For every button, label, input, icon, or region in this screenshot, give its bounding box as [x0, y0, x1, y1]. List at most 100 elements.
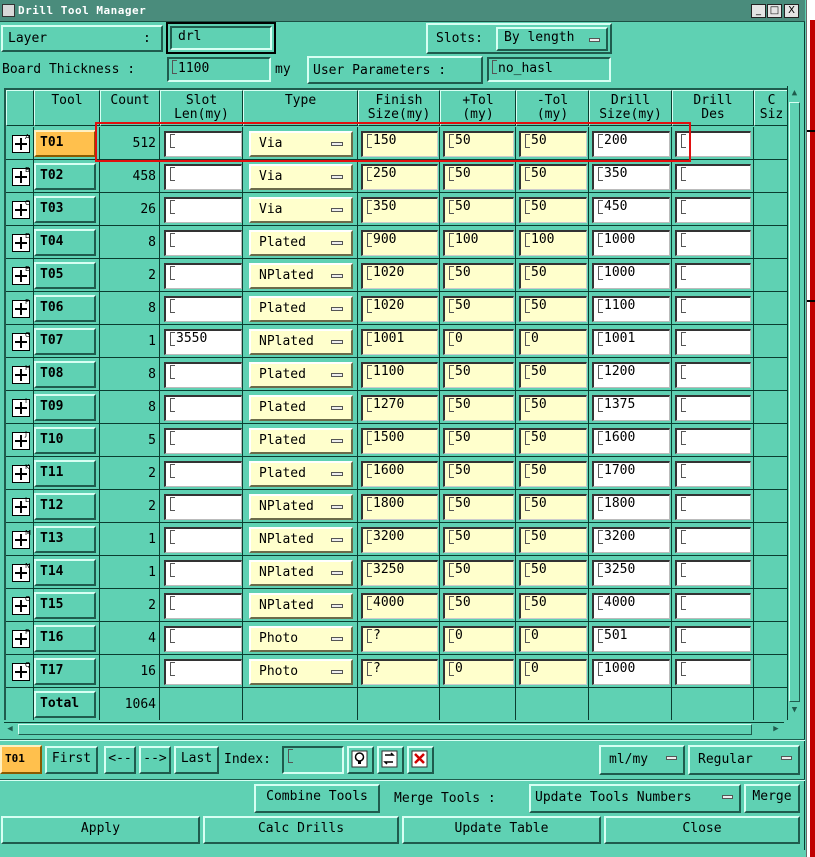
minus-tol-input[interactable]: 0 [519, 329, 587, 355]
type-dropdown[interactable]: Via [249, 197, 353, 223]
slot-length-input[interactable] [164, 494, 242, 520]
tool-button[interactable]: T04 [34, 229, 96, 256]
tool-button[interactable]: T13 [34, 526, 96, 553]
finish-size-input[interactable]: ? [361, 659, 438, 685]
update-table-button[interactable]: Update Table [402, 816, 601, 844]
drill-size-input[interactable]: 3250 [592, 560, 670, 586]
finish-size-input[interactable]: 3200 [361, 527, 438, 553]
type-dropdown[interactable]: Plated [249, 428, 353, 454]
drill-des-input[interactable] [675, 593, 751, 619]
tool-button[interactable]: T10 [34, 427, 96, 454]
expand-row-icon[interactable]: G [12, 331, 30, 351]
delete-tool-button[interactable] [407, 746, 434, 774]
plus-tol-input[interactable]: 50 [443, 164, 514, 190]
plus-tol-input[interactable]: 0 [443, 626, 514, 652]
plus-tol-input[interactable]: 50 [443, 296, 514, 322]
plus-tol-input[interactable]: 0 [443, 659, 514, 685]
plus-tol-input[interactable]: 50 [443, 593, 514, 619]
column-header-drill[interactable]: Drill Size(my) [589, 90, 672, 126]
type-dropdown[interactable]: Plated [249, 362, 353, 388]
drill-size-input[interactable]: 350 [592, 164, 670, 190]
minus-tol-input[interactable]: 50 [519, 593, 587, 619]
minus-tol-input[interactable]: 50 [519, 362, 587, 388]
type-dropdown[interactable]: Via [249, 164, 353, 190]
slot-length-input[interactable] [164, 461, 242, 487]
minus-tol-input[interactable]: 50 [519, 428, 587, 454]
column-header-slot[interactable]: Slot Len(my) [160, 90, 243, 126]
tool-button[interactable]: T16 [34, 625, 96, 652]
minimize-button[interactable]: _ [751, 4, 766, 18]
minus-tol-input[interactable]: 50 [519, 494, 587, 520]
finish-size-input[interactable]: 1001 [361, 329, 438, 355]
apply-button[interactable]: Apply [1, 816, 200, 844]
tool-button[interactable]: T15 [34, 592, 96, 619]
combine-tools-button[interactable]: Combine Tools [254, 784, 380, 813]
finish-size-input[interactable]: 1600 [361, 461, 438, 487]
drill-des-input[interactable] [675, 395, 751, 421]
type-dropdown[interactable]: Photo [249, 626, 353, 652]
title-bar[interactable]: Drill Tool Manager _ □ X [0, 0, 805, 22]
slot-length-input[interactable]: 3550 [164, 329, 242, 355]
plus-tol-input[interactable]: 50 [443, 131, 514, 157]
finish-size-input[interactable]: 350 [361, 197, 438, 223]
mode-dropdown[interactable]: Regular [688, 745, 800, 775]
finish-size-input[interactable]: ? [361, 626, 438, 652]
drill-des-input[interactable] [675, 626, 751, 652]
slot-length-input[interactable] [164, 230, 242, 256]
drill-des-input[interactable] [675, 362, 751, 388]
slot-length-input[interactable] [164, 263, 242, 289]
scroll-down-icon[interactable]: ▼ [789, 704, 800, 717]
horizontal-scroll-thumb[interactable] [18, 724, 752, 735]
drill-des-input[interactable] [675, 461, 751, 487]
type-dropdown[interactable]: NPlated [249, 329, 353, 355]
expand-row-icon[interactable]: J [12, 430, 30, 450]
tool-button[interactable]: T08 [34, 361, 96, 388]
calc-drills-button[interactable]: Calc Drills [203, 816, 399, 844]
finish-size-input[interactable]: 1020 [361, 296, 438, 322]
plus-tol-input[interactable]: 50 [443, 461, 514, 487]
column-header-type[interactable]: Type [243, 90, 358, 126]
drill-des-input[interactable] [675, 527, 751, 553]
type-dropdown[interactable]: Plated [249, 461, 353, 487]
expand-row-icon[interactable]: A [12, 133, 30, 153]
search-tool-button[interactable] [347, 746, 374, 774]
minus-tol-input[interactable]: 50 [519, 461, 587, 487]
close-window-button[interactable]: X [784, 4, 799, 18]
drill-size-input[interactable]: 1000 [592, 659, 670, 685]
drill-des-input[interactable] [675, 131, 751, 157]
expand-row-icon[interactable]: O [12, 595, 31, 615]
plus-tol-input[interactable]: 50 [443, 197, 514, 223]
drill-size-input[interactable]: 1800 [592, 494, 670, 520]
finish-size-input[interactable]: 1100 [361, 362, 438, 388]
expand-row-icon[interactable]: K [12, 463, 30, 483]
plus-tol-input[interactable]: 0 [443, 329, 514, 355]
drill-des-input[interactable] [675, 329, 751, 355]
slot-length-input[interactable] [164, 659, 242, 685]
layer-input[interactable]: drl [170, 26, 272, 50]
drill-size-input[interactable]: 1000 [592, 263, 670, 289]
tool-button[interactable]: T12 [34, 493, 96, 520]
minus-tol-input[interactable]: 50 [519, 560, 587, 586]
column-header-des[interactable]: Drill Des [672, 90, 754, 126]
type-dropdown[interactable]: NPlated [249, 494, 353, 520]
plus-tol-input[interactable]: 50 [443, 395, 514, 421]
expand-row-icon[interactable]: L [12, 496, 30, 516]
type-dropdown[interactable]: Photo [249, 659, 353, 685]
tool-button[interactable]: T14 [34, 559, 96, 586]
tool-button[interactable]: T06 [34, 295, 96, 322]
vertical-scroll-thumb[interactable] [789, 102, 800, 702]
expand-row-icon[interactable]: P [12, 628, 30, 648]
plus-tol-input[interactable]: 50 [443, 560, 514, 586]
finish-size-input[interactable]: 150 [361, 131, 438, 157]
drill-size-input[interactable]: 1001 [592, 329, 670, 355]
expand-row-icon[interactable]: H [12, 364, 30, 384]
minus-tol-input[interactable]: 50 [519, 296, 587, 322]
column-header-ntol[interactable]: -Tol (my) [516, 90, 589, 126]
type-dropdown[interactable]: Via [249, 131, 353, 157]
minus-tol-input[interactable]: 50 [519, 395, 587, 421]
drill-des-input[interactable] [675, 296, 751, 322]
drill-size-input[interactable]: 450 [592, 197, 670, 223]
user-parameters-button[interactable]: User Parameters : [307, 56, 483, 84]
minus-tol-input[interactable]: 0 [519, 626, 587, 652]
tool-button[interactable]: T07 [34, 328, 96, 355]
